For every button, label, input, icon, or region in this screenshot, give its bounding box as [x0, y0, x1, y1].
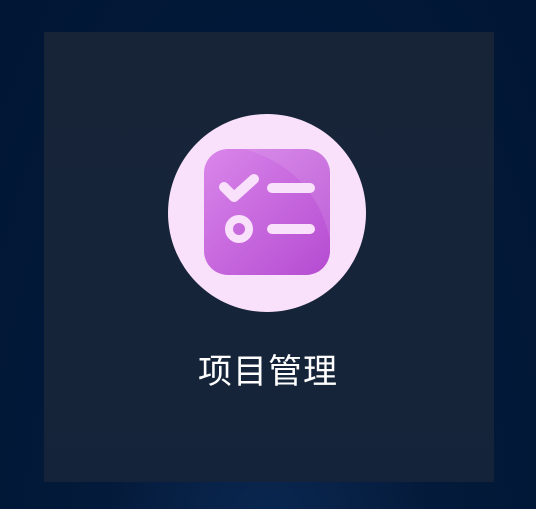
task-checklist-icon — [204, 149, 330, 275]
card-title: 项目管理 — [198, 352, 338, 392]
